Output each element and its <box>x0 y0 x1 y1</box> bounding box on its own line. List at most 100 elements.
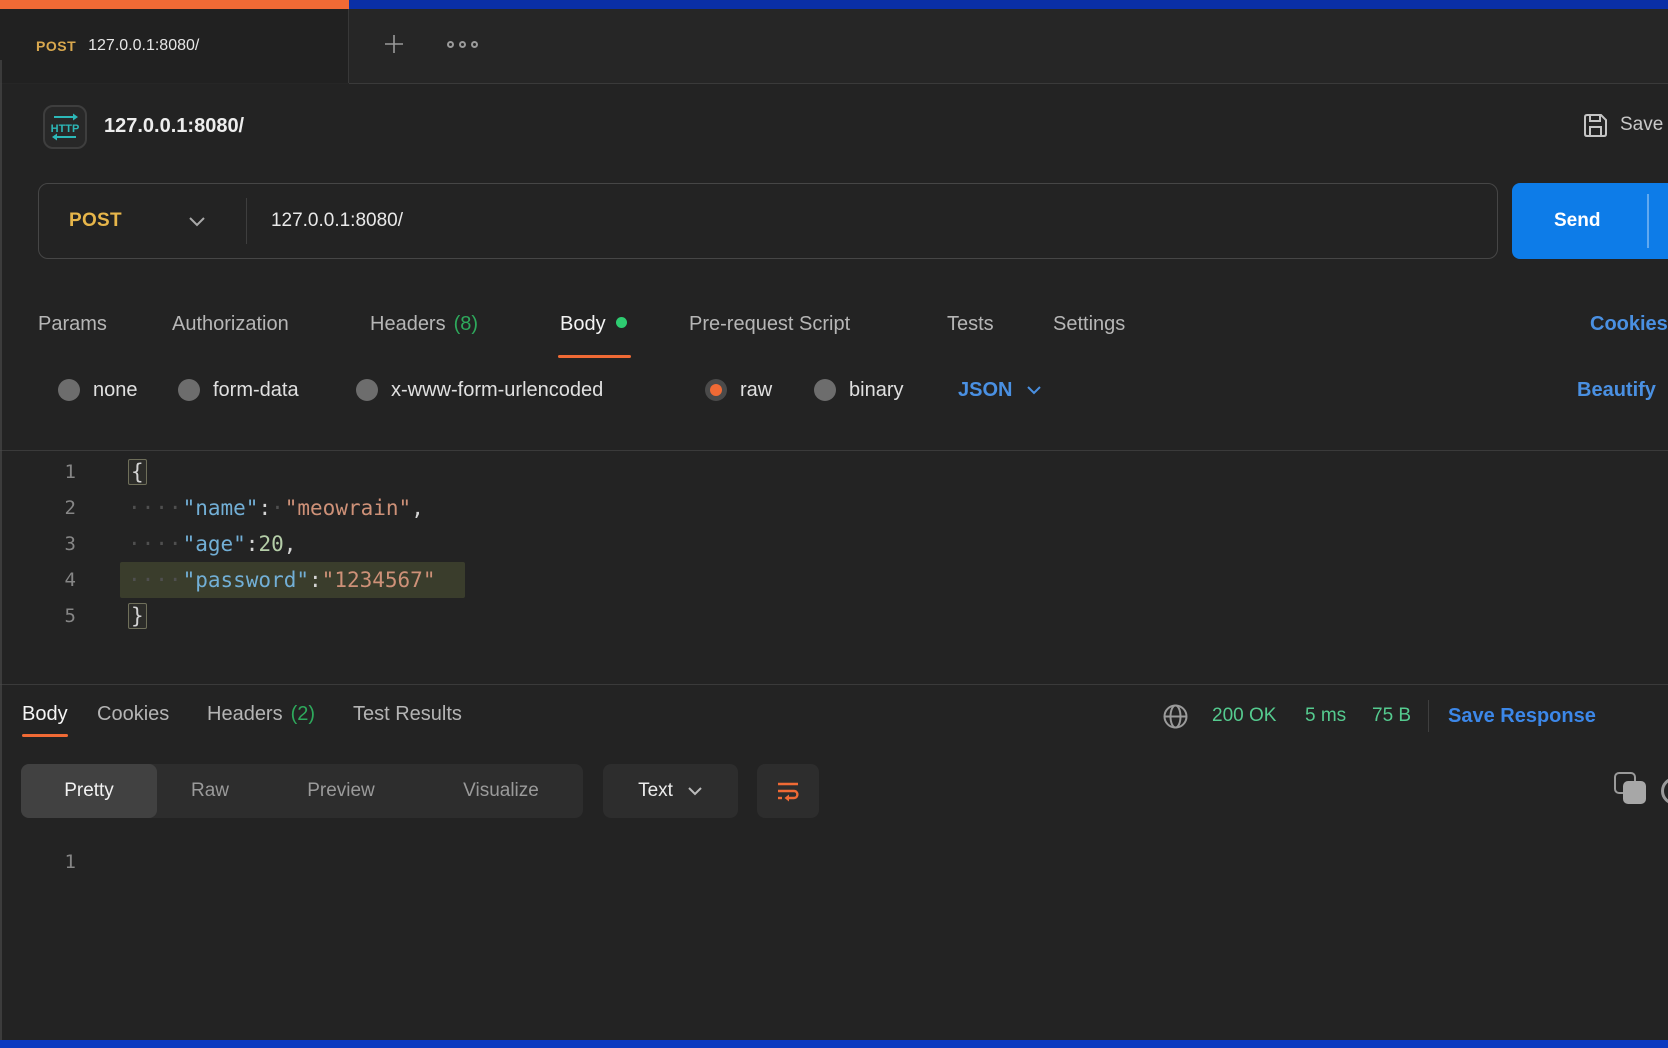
code-line: 1{ <box>0 454 1668 490</box>
token-key: "age" <box>183 532 246 556</box>
response-line: 1 <box>0 844 1668 880</box>
tab-label: Body <box>560 313 606 335</box>
radio-icon <box>356 379 378 401</box>
token-str: "1234567" <box>322 568 436 592</box>
format-dropdown[interactable]: JSON <box>958 368 1042 412</box>
save-response-link[interactable]: Save Response <box>1448 696 1596 736</box>
current-line[interactable]: ····"password":"1234567" <box>120 562 465 598</box>
tab-label: Pre-request Script <box>689 313 850 335</box>
http-method-badge: HTTP <box>43 105 87 149</box>
body-type-selector: none form-data x-www-form-urlencoded raw bin… <box>0 368 1668 412</box>
body-type-label: binary <box>849 379 903 402</box>
response-format-dropdown[interactable]: Text <box>603 764 738 818</box>
request-tab-params[interactable]: Params <box>38 302 107 346</box>
wrap-lines-button[interactable] <box>757 764 819 818</box>
view-tab-visualize[interactable]: Visualize <box>419 764 583 818</box>
view-tab-raw[interactable]: Raw <box>157 764 263 818</box>
response-content <box>120 844 128 880</box>
token-ws: ···· <box>128 568 183 592</box>
radio-icon <box>814 379 836 401</box>
code-line: 4 ····"password":"1234567" <box>0 562 1668 598</box>
response-body-viewer[interactable]: 1 <box>0 844 1668 880</box>
method-select[interactable]: POST <box>69 210 122 232</box>
body-type-option-form-data[interactable]: form-data <box>178 368 299 412</box>
view-tab-preview[interactable]: Preview <box>263 764 419 818</box>
token-punct: , <box>284 532 297 556</box>
token-key: "password" <box>183 568 309 592</box>
line-number: 3 <box>0 526 84 562</box>
url-bar-divider <box>246 198 247 244</box>
request-tab-authorization[interactable]: Authorization <box>172 302 289 346</box>
tab-label: Tests <box>947 313 994 335</box>
http-icon: HTTP <box>47 109 83 145</box>
code-content[interactable]: ····"name":·"meowrain", <box>120 490 424 526</box>
body-type-option-binary[interactable]: binary <box>814 368 903 412</box>
token-punct: , <box>411 496 424 520</box>
request-body-editor[interactable]: 1{2····"name":·"meowrain",3····"age":20,… <box>0 452 1668 634</box>
meta-divider <box>1428 700 1429 732</box>
network-globe-icon[interactable] <box>1162 703 1189 730</box>
code-line: 5} <box>0 598 1668 634</box>
new-tab-button[interactable] <box>372 24 416 64</box>
format-dropdown-label: JSON <box>958 379 1012 402</box>
line-number: 4 <box>0 562 84 598</box>
body-type-label: none <box>93 379 138 402</box>
send-button[interactable]: Send <box>1512 183 1668 259</box>
app-window: POST 127.0.0.1:8080/ HTTP 127.0.0.1:8080… <box>0 0 1668 1048</box>
token-punct: : <box>258 496 271 520</box>
status-badge[interactable]: 200 OK <box>1212 696 1276 736</box>
request-tab-body[interactable]: Body <box>560 302 627 346</box>
code-content[interactable]: { <box>120 454 147 490</box>
token-ws: ···· <box>128 496 183 520</box>
beautify-link[interactable]: Beautify <box>1577 368 1656 412</box>
response-time[interactable]: 5 ms <box>1305 696 1346 736</box>
token-brace: } <box>128 603 147 629</box>
token-punct: : <box>246 532 259 556</box>
tab-options-button[interactable] <box>440 24 484 64</box>
body-type-option-none[interactable]: none <box>58 368 138 412</box>
body-type-label: form-data <box>213 379 299 402</box>
save-icon <box>1582 112 1609 139</box>
request-tab-headers[interactable]: Headers(8) <box>370 302 478 346</box>
body-type-option-x-www-form-urlencoded[interactable]: x-www-form-urlencoded <box>356 368 603 412</box>
token-str: "meowrain" <box>285 496 411 520</box>
request-tabs: Params Authorization Headers(8) Body Pre-req… <box>0 302 1668 346</box>
save-button[interactable]: Save <box>1582 110 1663 140</box>
token-punct: : <box>309 568 322 592</box>
method-select-chevron[interactable] <box>188 216 206 227</box>
tab-label: Authorization <box>172 313 289 335</box>
response-size[interactable]: 75 B <box>1372 696 1411 736</box>
code-content[interactable]: ····"age":20, <box>120 526 296 562</box>
token-key: "name" <box>183 496 259 520</box>
body-type-label: raw <box>740 379 772 402</box>
radio-icon <box>58 379 80 401</box>
bottom-accent-bar <box>0 1040 1668 1048</box>
code-content[interactable]: } <box>120 598 147 634</box>
body-type-option-raw[interactable]: raw <box>705 368 772 412</box>
url-input[interactable]: 127.0.0.1:8080/ <box>271 210 403 232</box>
token-num: 20 <box>258 532 283 556</box>
editor-top-divider <box>0 450 1668 451</box>
tab-label: Headers <box>370 313 446 335</box>
response-meta: 200 OK 5 ms 75 B Save Response <box>0 696 1668 736</box>
token-ws: · <box>271 496 285 520</box>
tab-title: 127.0.0.1:8080/ <box>88 37 199 55</box>
line-number: 5 <box>0 598 84 634</box>
request-tab-active[interactable]: POST 127.0.0.1:8080/ <box>0 9 349 83</box>
radio-selected-icon <box>705 379 727 401</box>
cookies-link[interactable]: Cookies <box>1590 302 1668 346</box>
code-line: 2····"name":·"meowrain", <box>0 490 1668 526</box>
copy-response-button[interactable] <box>1614 772 1650 808</box>
token-ws: ···· <box>128 532 183 556</box>
chevron-down-icon <box>188 216 206 227</box>
search-icon[interactable] <box>1661 777 1668 805</box>
svg-text:HTTP: HTTP <box>51 123 80 135</box>
token-brace: { <box>128 459 147 485</box>
code-line: 3 ····"age":20, <box>0 526 1668 562</box>
request-tab-tests[interactable]: Tests <box>947 302 994 346</box>
view-tab-pretty[interactable]: Pretty <box>21 764 157 818</box>
request-url-bar: POST 127.0.0.1:8080/ <box>38 183 1498 259</box>
body-type-label: x-www-form-urlencoded <box>391 379 603 402</box>
request-tab-settings[interactable]: Settings <box>1053 302 1125 346</box>
request-tab-pre-request-script[interactable]: Pre-request Script <box>689 302 850 346</box>
